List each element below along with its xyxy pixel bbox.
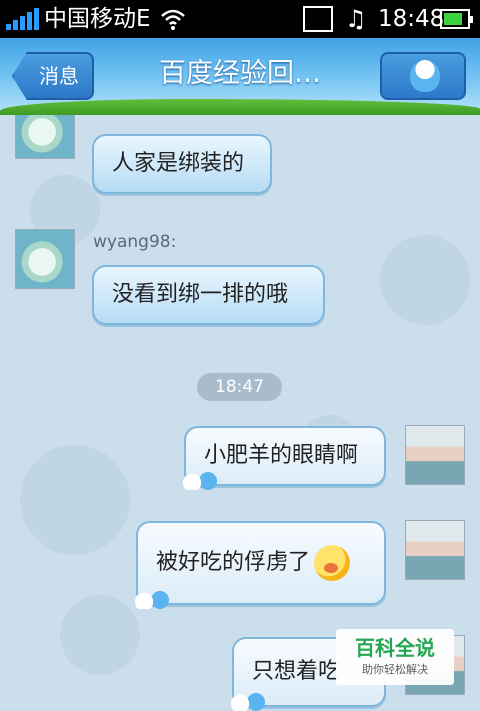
wave-decoration xyxy=(132,591,172,609)
my-avatar[interactable] xyxy=(405,520,465,580)
message-bubble[interactable]: 没看到绑一排的哦 xyxy=(92,265,325,325)
message-text: 被好吃的俘虏了 xyxy=(156,550,311,575)
music-icon: ♫ xyxy=(345,5,367,33)
signal-icon xyxy=(6,8,40,30)
sender-name: wyang98: xyxy=(93,232,177,252)
sender-avatar[interactable] xyxy=(15,229,75,289)
message-timestamp: 18:47 xyxy=(197,373,282,401)
smurf-avatar-icon xyxy=(410,60,440,92)
watermark-subtitle: 助你轻松解决 xyxy=(362,663,428,676)
sender-avatar[interactable] xyxy=(15,115,75,159)
message-bubble[interactable]: 人家是绑装的 xyxy=(92,134,272,194)
status-bar: 中国移动E ♫ 18:48 xyxy=(0,0,480,38)
message-text: 只想着吃 xyxy=(252,659,341,684)
message-bubble[interactable]: 被好吃的俘虏了 xyxy=(132,521,386,609)
wave-decoration xyxy=(180,472,220,490)
watermark-title: 百科全说 xyxy=(355,636,435,660)
page-title: 百度经验回… xyxy=(159,58,321,89)
message-bubble[interactable]: 小肥羊的眼睛啊 xyxy=(180,426,386,490)
message-text: 没看到绑一排的哦 xyxy=(112,282,289,307)
title-bar: 消息 百度经验回… xyxy=(0,38,480,115)
gallery-icon xyxy=(303,6,333,32)
drooling-emoji-icon xyxy=(314,545,351,581)
status-time: 18:48 xyxy=(378,6,445,32)
wifi-icon xyxy=(161,9,185,30)
back-button[interactable]: 消息 xyxy=(12,52,94,100)
grass-decoration xyxy=(0,99,480,115)
wave-decoration xyxy=(228,693,268,711)
my-avatar[interactable] xyxy=(405,425,465,485)
message-text: 人家是绑装的 xyxy=(112,151,245,176)
chat-area[interactable]: 人家是绑装的 wyang98: 没看到绑一排的哦 18:47 小肥羊的眼睛啊 被… xyxy=(0,115,480,711)
contact-profile-button[interactable] xyxy=(380,52,466,100)
carrier-name: 中国移动E xyxy=(44,6,151,32)
watermark-logo: 百科全说 助你轻松解决 xyxy=(336,629,454,685)
battery-icon xyxy=(440,9,473,29)
message-text: 小肥羊的眼睛啊 xyxy=(204,443,359,468)
